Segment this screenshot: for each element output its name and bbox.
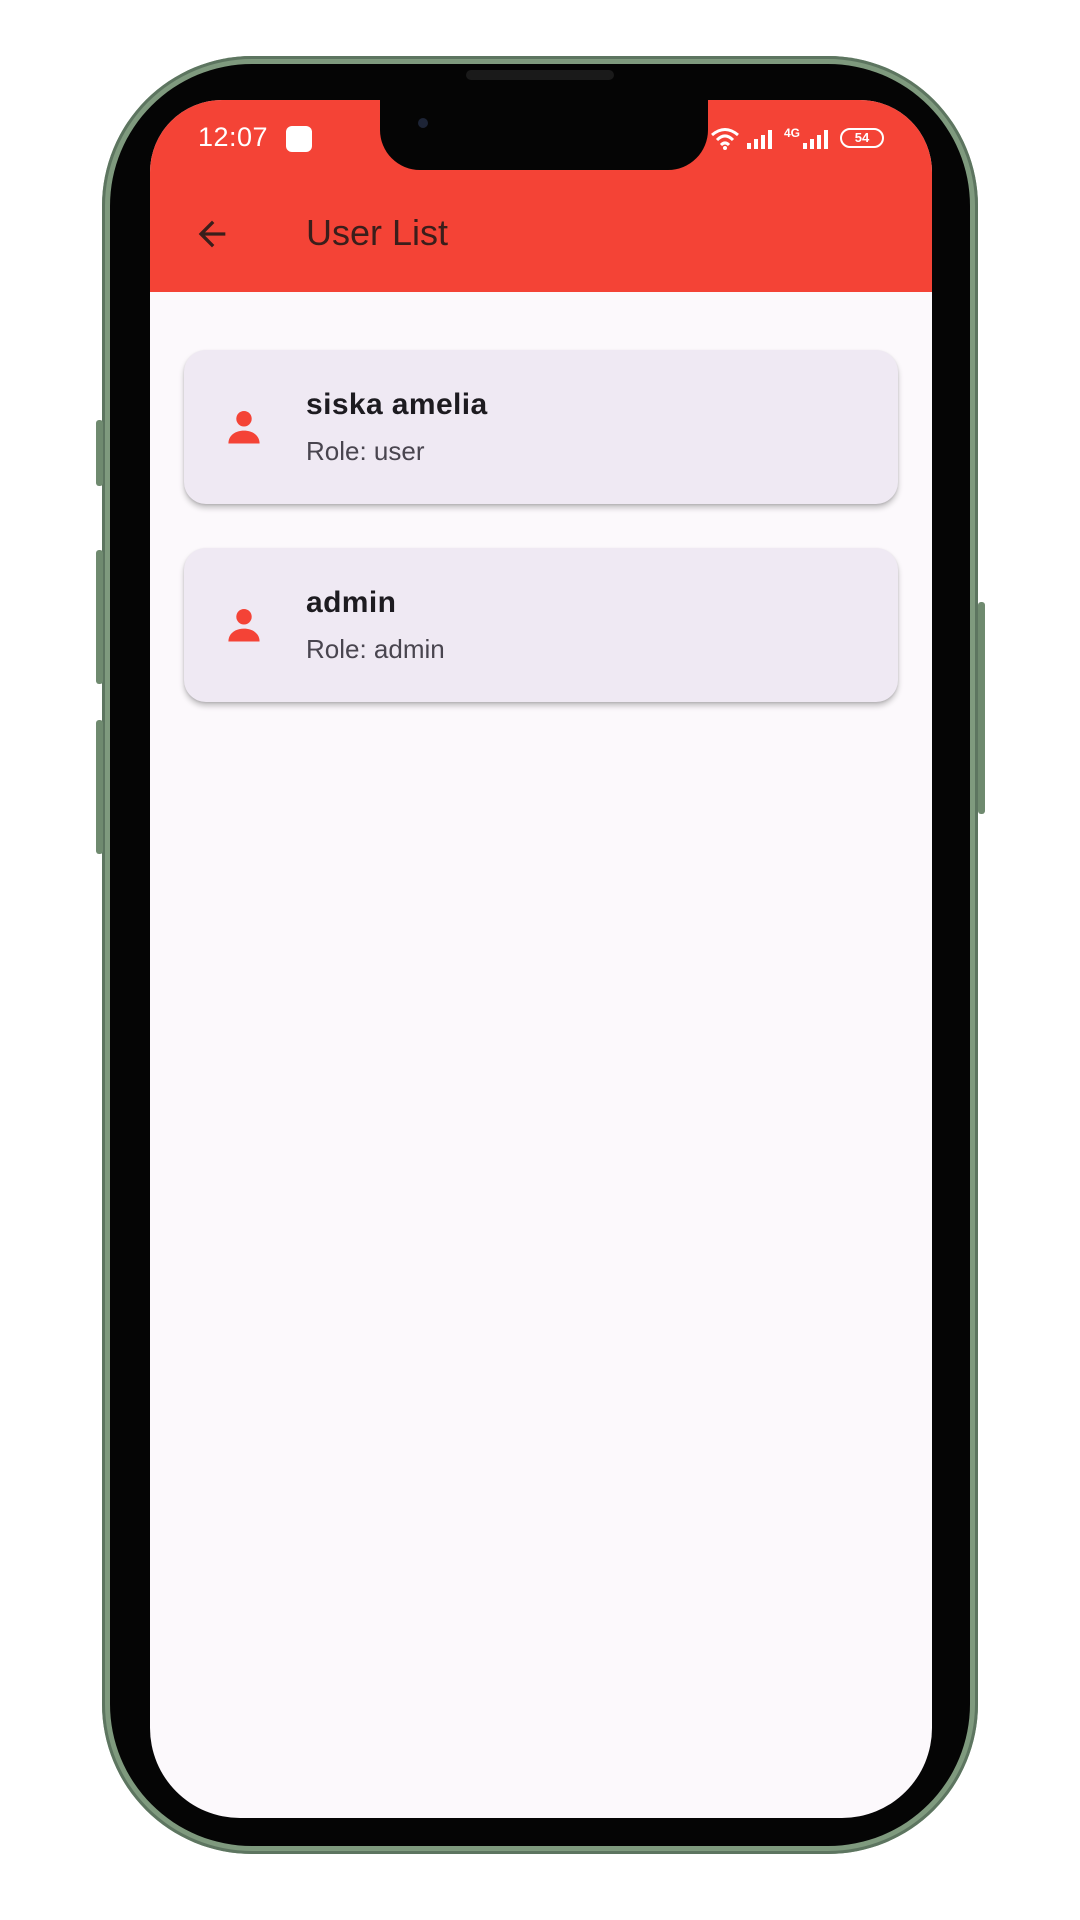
page-title: User List [306,212,449,253]
page: 12:07 4G 54 User List siska amelia Role:… [0,0,1080,1920]
person-icon [228,609,260,642]
user-name: admin [306,586,397,619]
wifi-icon [711,128,739,150]
power-button [978,602,985,814]
battery-level: 54 [854,130,870,145]
status-time: 12:07 [198,122,269,152]
screen: 12:07 4G 54 User List siska amelia Role:… [150,100,932,1818]
arrow-left-icon [198,220,226,248]
back-button[interactable] [188,210,236,258]
network-type-label: 4G [783,126,800,140]
user-role: Role: admin [306,634,445,664]
mute-switch [96,420,103,486]
volume-down-button [96,720,103,854]
signal-4g-icon [803,130,828,149]
status-icons: 4G 54 [710,126,884,150]
person-icon [228,411,260,444]
user-card[interactable]: siska amelia Role: user [184,350,898,504]
volume-up-button [96,550,103,684]
user-role: Role: user [306,436,425,466]
battery-icon: 54 [840,128,884,148]
earpiece-speaker [466,70,614,80]
notification-app-icon [286,126,312,152]
front-camera [418,118,428,128]
signal-icon [746,130,772,149]
user-card[interactable]: admin Role: admin [184,548,898,702]
user-name: siska amelia [306,388,488,421]
notch [380,100,708,170]
